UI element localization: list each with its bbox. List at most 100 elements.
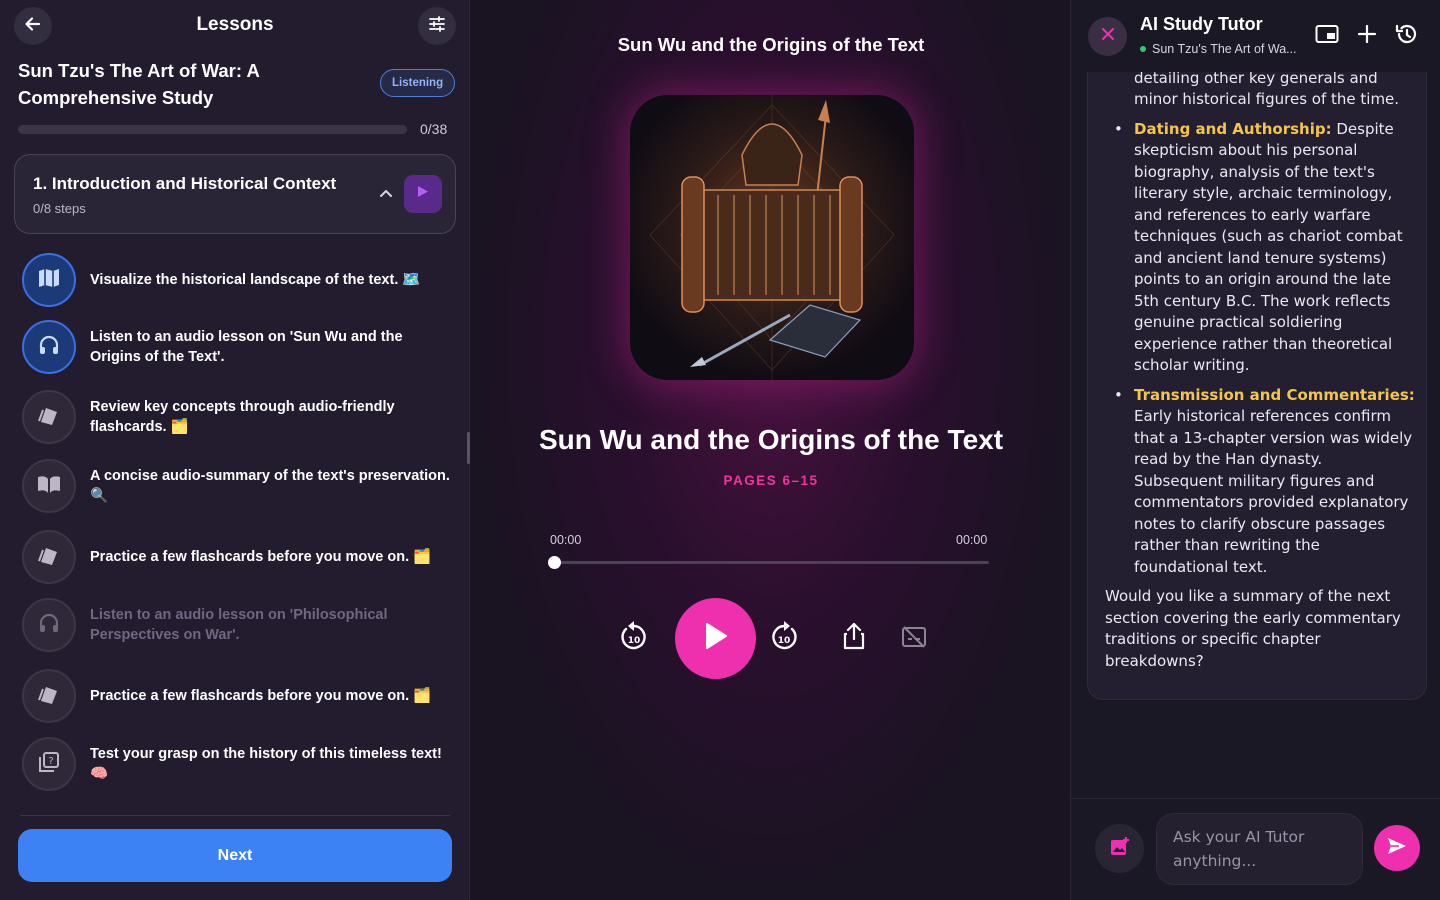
picture-in-picture-button[interactable] — [1313, 22, 1341, 50]
play-icon — [417, 185, 429, 203]
section-title: 1. Introduction and Historical Context — [33, 174, 337, 193]
share-icon — [842, 622, 866, 655]
resize-handle-left[interactable] — [467, 432, 470, 464]
sliders-icon — [428, 15, 446, 38]
step-label: Practice a few flashcards before you mov… — [90, 549, 432, 565]
time-total: 00:00 — [956, 533, 988, 547]
now-playing-title: Sun Wu and the Origins of the Text — [617, 34, 925, 55]
send-icon — [1387, 837, 1407, 860]
forward-10-icon: 10 — [769, 619, 799, 658]
picture-in-picture-icon — [1315, 24, 1339, 49]
course-progress-count: 0/38 — [420, 121, 448, 137]
chevron-up-icon[interactable] — [379, 185, 393, 203]
step-icon-wrap — [22, 669, 76, 723]
ai-tutor-panel: era fail to mention him, despite detaili… — [1070, 0, 1440, 900]
attach-image-button[interactable] — [1095, 824, 1144, 873]
seek-thumb[interactable] — [548, 556, 561, 569]
headphones-icon — [38, 613, 60, 638]
step-icon-wrap — [22, 320, 76, 374]
send-button[interactable] — [1374, 825, 1420, 871]
step-item[interactable]: Visualize the historical landscape of th… — [22, 253, 462, 307]
section-play-button[interactable] — [404, 175, 442, 213]
tutor-name: AI Study Tutor — [1140, 14, 1263, 34]
step-label: Visualize the historical landscape of th… — [90, 272, 421, 288]
bullet-keyword: Dating and Authorship: — [1134, 119, 1332, 138]
plus-icon — [1357, 24, 1377, 49]
new-chat-button[interactable] — [1353, 22, 1381, 50]
step-label: Listen to an audio lesson on 'Sun Wu and… — [90, 329, 403, 365]
step-item[interactable]: A concise audio-summary of the text's pr… — [22, 459, 462, 513]
course-title: Sun Tzu's The Art of War: A Comprehensiv… — [18, 60, 260, 108]
rewind-10-icon: 10 — [619, 619, 649, 658]
open-book-icon — [37, 474, 61, 499]
message-body: era fail to mention him, despite detaili… — [1105, 0, 1415, 672]
step-icon-wrap — [22, 530, 76, 584]
quiz-icon: ? — [38, 751, 60, 778]
lessons-sidebar: Lessons Sun Tzu's The Art of War: A Comp… — [0, 0, 470, 900]
history-icon — [1395, 22, 1419, 51]
lesson-pages: PAGES 6–15 — [723, 473, 819, 488]
svg-text:10: 10 — [628, 636, 641, 646]
chat-input[interactable] — [1156, 813, 1363, 885]
play-button[interactable] — [675, 598, 756, 679]
audio-player: Sun Wu and the Origins of the Text Sun W… — [472, 0, 1070, 900]
section-steps-count: 0/8 steps — [33, 201, 86, 216]
step-item[interactable]: Listen to an audio lesson on 'Philosophi… — [22, 598, 462, 652]
headphones-icon — [38, 335, 60, 360]
step-icon-wrap — [22, 253, 76, 307]
settings-button[interactable] — [418, 7, 456, 45]
lesson-title: Sun Wu and the Origins of the Text — [538, 424, 1004, 455]
online-status-dot — [1140, 46, 1146, 52]
step-label: Practice a few flashcards before you mov… — [90, 688, 432, 704]
svg-text:?: ? — [48, 756, 53, 767]
step-label: Review key concepts through audio-friend… — [90, 399, 395, 435]
seek-bar[interactable] — [554, 561, 989, 564]
rewind-10-button[interactable]: 10 — [618, 620, 650, 656]
flashcards-icon — [38, 684, 60, 709]
close-icon — [1101, 27, 1115, 46]
sidebar-title: Lessons — [196, 14, 274, 35]
section-card[interactable]: 1. Introduction and Historical Context 0… — [14, 154, 456, 234]
next-button[interactable]: Next — [18, 829, 452, 882]
add-image-icon — [1110, 836, 1130, 861]
tutor-header: AI Study Tutor Sun Tzu's The Art of Wa..… — [1071, 0, 1440, 72]
sidebar-header: Lessons — [0, 0, 470, 52]
step-item[interactable]: ? Test your grasp on the history of this… — [22, 737, 462, 791]
step-label: Test your grasp on the history of this t… — [90, 746, 442, 782]
bullet-text: Despite skepticism about his personal bi… — [1134, 119, 1403, 375]
message-bullets: Dating and Authorship: Despite skepticis… — [1105, 119, 1415, 579]
tutor-context: Sun Tzu's The Art of Wa... — [1152, 42, 1297, 56]
captions-button[interactable] — [900, 625, 928, 653]
map-icon — [38, 268, 60, 293]
time-current: 00:00 — [550, 533, 582, 547]
svg-text:10: 10 — [778, 636, 791, 646]
step-icon-wrap — [22, 390, 76, 444]
message-outro: Would you like a summary of the next sec… — [1105, 587, 1401, 670]
bullet-text: Early historical references confirm that… — [1134, 407, 1413, 576]
bullet-keyword: Transmission and Commentaries: — [1134, 385, 1415, 404]
lesson-cover-art — [630, 95, 914, 380]
divider — [20, 815, 450, 816]
step-label: Listen to an audio lesson on 'Philosophi… — [90, 607, 388, 643]
step-icon-wrap — [22, 598, 76, 652]
history-button[interactable] — [1393, 22, 1421, 50]
step-item[interactable]: Listen to an audio lesson on 'Sun Wu and… — [22, 320, 462, 374]
captions-off-icon — [901, 625, 927, 654]
message-bullet: Dating and Authorship: Despite skepticis… — [1105, 119, 1415, 377]
step-label: A concise audio-summary of the text's pr… — [90, 468, 450, 504]
flashcards-icon — [38, 405, 60, 430]
share-button[interactable] — [840, 622, 868, 655]
course-progress-bar — [18, 125, 407, 134]
tutor-message: era fail to mention him, despite detaili… — [1087, 0, 1427, 700]
mode-badge: Listening — [380, 69, 456, 97]
play-icon — [704, 622, 728, 655]
chat-composer — [1071, 798, 1440, 900]
forward-10-button[interactable]: 10 — [768, 620, 800, 656]
flashcards-icon — [38, 545, 60, 570]
step-item[interactable]: Review key concepts through audio-friend… — [22, 390, 462, 444]
step-item[interactable]: Practice a few flashcards before you mov… — [22, 669, 462, 723]
step-icon-wrap — [22, 459, 76, 513]
step-item[interactable]: Practice a few flashcards before you mov… — [22, 530, 462, 584]
close-tutor-button[interactable] — [1088, 17, 1127, 56]
step-icon-wrap: ? — [22, 737, 76, 791]
